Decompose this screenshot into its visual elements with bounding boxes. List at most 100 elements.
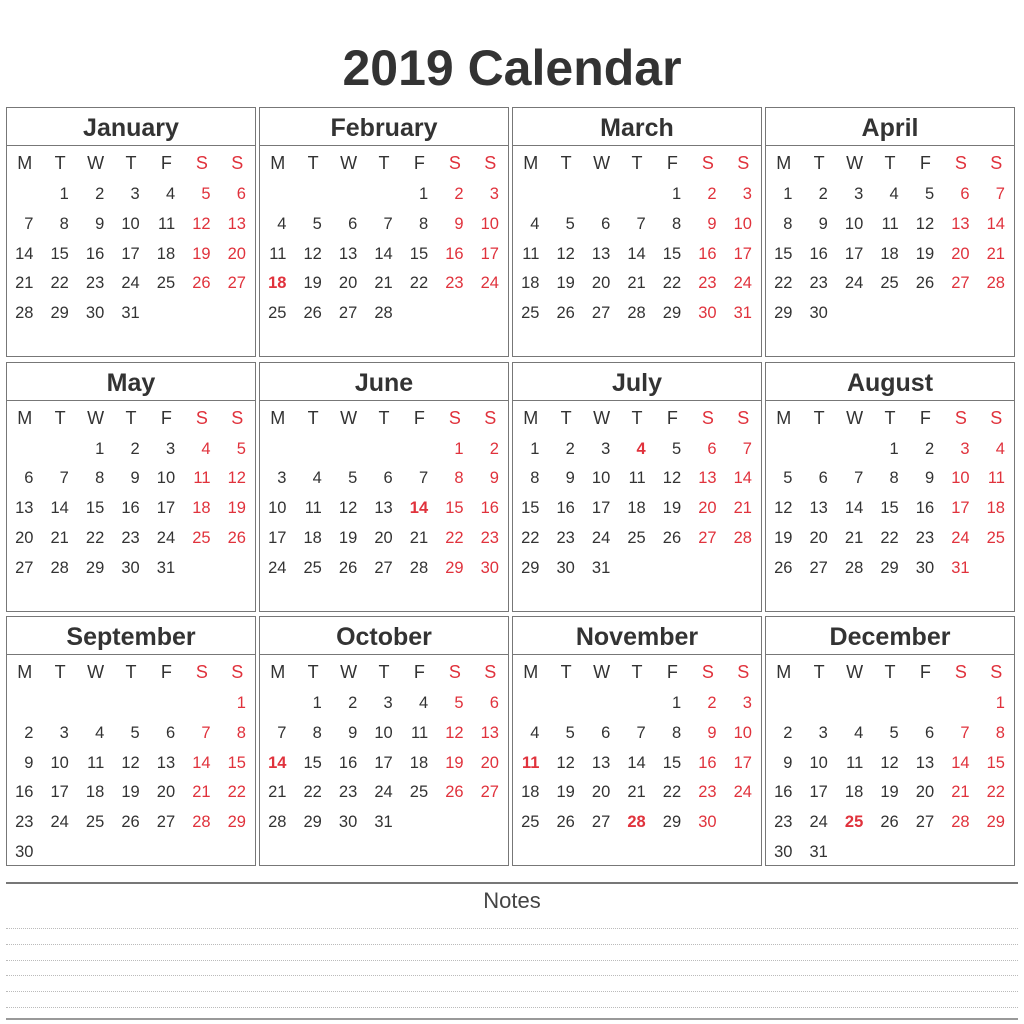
weekday-label: S	[954, 662, 967, 682]
date-cell: 11	[269, 244, 287, 263]
date-cell: 25	[986, 528, 1005, 547]
weekday-label: T	[631, 662, 643, 682]
date-cell: 19	[556, 274, 575, 293]
date-cell: 10	[156, 469, 176, 488]
date-cell: 15	[774, 244, 793, 263]
date-cell: 14	[15, 244, 34, 263]
date-cell: 20	[591, 783, 611, 802]
weekday-label: S	[195, 153, 208, 173]
date-cell: 18	[521, 274, 540, 293]
weekday-label: T	[125, 662, 137, 682]
date-cell: 16	[698, 753, 717, 772]
weekday-label: T	[307, 153, 319, 173]
weekday-label: F	[413, 407, 425, 428]
weekday-label: F	[919, 407, 931, 428]
date-cell: 11	[987, 469, 1005, 488]
date-cell: 17	[844, 244, 864, 263]
date-cell: 29	[662, 304, 682, 323]
date-cell: 5	[671, 439, 682, 458]
date-cell: 28	[268, 813, 287, 832]
date-cell: 8	[889, 469, 899, 488]
weekday-label: S	[737, 407, 750, 428]
date-cell: 23	[15, 813, 34, 832]
date-cell: 1	[312, 694, 322, 712]
date-cell: 26	[303, 304, 322, 323]
empty-cell	[584, 689, 619, 719]
date-cell: 29	[774, 304, 793, 323]
date-cell: 22	[774, 274, 793, 293]
date-cell: 17	[733, 753, 752, 772]
month-march: March M T W T F S S 1 2 3 4 5 6 7 8 9 10 11 12 13 14 15 16 17 18 1…	[512, 107, 762, 357]
date-cell: 14	[627, 244, 646, 263]
holiday-date: 14	[409, 499, 429, 518]
date-cell: 16	[915, 499, 935, 518]
weekday-label: F	[919, 662, 931, 682]
notes-line	[6, 1007, 1018, 1008]
date-cell: 22	[409, 274, 429, 293]
date-cell: 3	[601, 439, 611, 458]
empty-cell	[78, 689, 113, 719]
month-december: December M T W T F S S 1 2 3 4 5 6 7 8 9 10 11 12 13 14 15 16 17…	[765, 616, 1015, 866]
date-cell: 28	[15, 304, 34, 323]
date-cell: 28	[733, 528, 752, 547]
weekday-label: T	[884, 662, 896, 682]
weekday-label: M	[17, 153, 33, 173]
date-cell: 5	[565, 214, 575, 233]
date-cell: 9	[348, 723, 358, 742]
date-cell: 20	[338, 274, 358, 293]
date-cell: 16	[85, 244, 105, 263]
notes-section: Notes	[6, 882, 1018, 1020]
date-cell: 3	[59, 723, 69, 742]
empty-cell	[42, 435, 77, 465]
date-cell: 4	[418, 694, 429, 712]
date-cell: 12	[303, 244, 322, 263]
date-cell: 11	[881, 214, 899, 233]
empty-cell	[7, 689, 42, 719]
month-may: May M T W T F S S 1 2 3 4 5 6 7 8 9 10 11 12 13 14 15 16 17 18 19 2…	[6, 361, 256, 612]
date-cell: 6	[24, 469, 34, 488]
date-cell: 14	[844, 499, 864, 518]
date-cell: 2	[707, 694, 717, 712]
date-cell: 4	[995, 439, 1005, 458]
empty-cell	[331, 180, 366, 210]
weekday-label: M	[17, 407, 33, 428]
date-cell: 11	[304, 499, 322, 518]
date-cell: 9	[924, 469, 935, 488]
date-cell: 21	[15, 274, 34, 293]
date-cell: 21	[374, 274, 393, 293]
date-cell: 16	[338, 753, 358, 772]
date-cell: 14	[50, 499, 69, 518]
date-cell: 8	[671, 723, 682, 742]
date-cell: 20	[915, 783, 935, 802]
date-cell: 25	[627, 528, 646, 547]
date-cell: 25	[156, 274, 176, 293]
weekday-label: S	[954, 153, 967, 173]
date-cell: 6	[489, 694, 499, 712]
notes-line	[6, 928, 1018, 929]
date-cell: 24	[809, 813, 828, 832]
date-cell: 18	[986, 499, 1005, 518]
date-cell: 6	[383, 469, 393, 488]
weekday-label: T	[813, 407, 825, 428]
date-cell: 22	[227, 783, 246, 802]
date-cell: 1	[995, 694, 1005, 712]
date-cell: 17	[809, 783, 828, 802]
empty-cell	[149, 689, 184, 719]
date-cell: 4	[277, 214, 287, 233]
date-cell: 2	[454, 185, 464, 203]
empty-cell	[42, 689, 77, 719]
weekday-label: F	[919, 153, 931, 173]
weekday-label: T	[560, 153, 572, 173]
weekday-label: T	[125, 153, 137, 173]
month-name: November	[513, 617, 761, 655]
weekday-label: T	[813, 153, 825, 173]
date-cell: 17	[591, 499, 611, 518]
date-cell: 6	[818, 469, 828, 488]
empty-cell	[513, 689, 548, 719]
empty-cell	[7, 180, 42, 210]
date-cell: 3	[130, 185, 140, 203]
date-cell: 16	[121, 499, 140, 518]
date-cell: 24	[156, 528, 176, 547]
month-name: June	[260, 363, 508, 401]
date-cell: 7	[24, 214, 34, 233]
